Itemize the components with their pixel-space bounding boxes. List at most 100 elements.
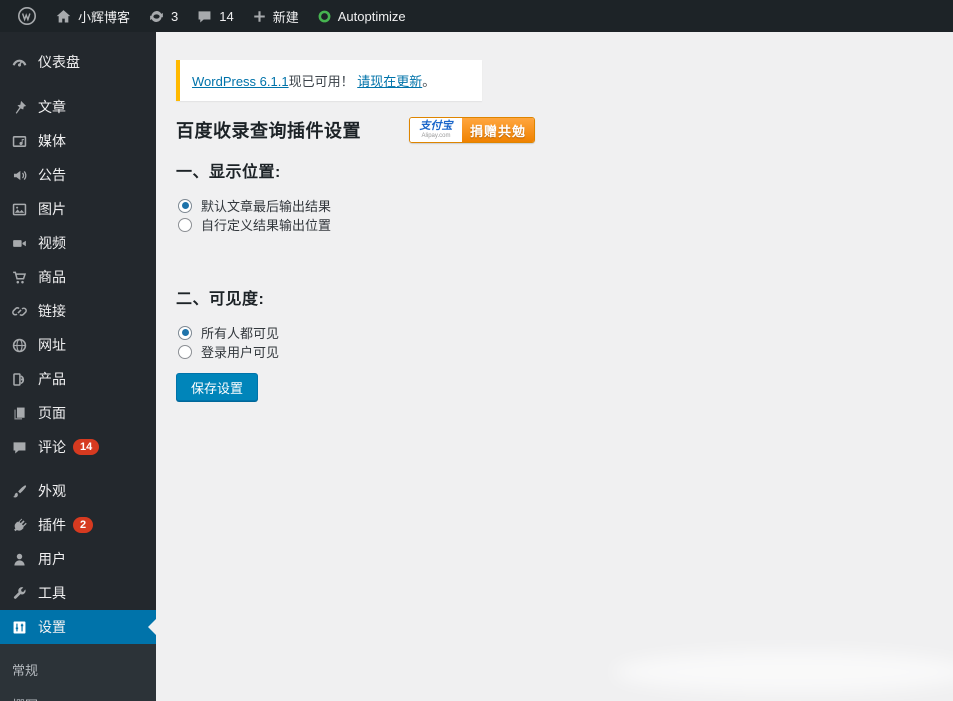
sidebar-item-dashboard[interactable]: 仪表盘 bbox=[0, 45, 156, 79]
radio-selected-icon[interactable] bbox=[178, 325, 192, 340]
cart-icon bbox=[9, 267, 29, 287]
pages-icon bbox=[9, 403, 29, 423]
updates-menu[interactable]: 3 bbox=[139, 0, 187, 32]
speaker-icon bbox=[9, 165, 29, 185]
sidebar-label: 仪表盘 bbox=[38, 54, 80, 70]
submenu-item-writing[interactable]: 撰写 bbox=[0, 687, 156, 701]
user-icon bbox=[9, 549, 29, 569]
autoptimize-menu[interactable]: Autoptimize bbox=[308, 0, 415, 32]
sidebar-label: 视频 bbox=[38, 235, 66, 251]
blurred-watermark bbox=[613, 651, 953, 693]
sidebar-label: 网址 bbox=[38, 337, 66, 353]
sidebar-label: 图片 bbox=[38, 201, 66, 217]
radio-label[interactable]: 所有人都可见 bbox=[201, 323, 279, 342]
updates-count: 3 bbox=[171, 8, 179, 24]
site-name-menu[interactable]: 小辉博客 bbox=[46, 0, 139, 32]
alipay-donate-button[interactable]: 支付宝 Alipay.com 捐赠共勉 bbox=[409, 117, 536, 143]
submenu-item-general[interactable]: 常规 bbox=[0, 652, 156, 687]
sidebar-item-settings[interactable]: 设置 bbox=[0, 610, 156, 644]
wordpress-update-version-link[interactable]: WordPress 6.1.1 bbox=[192, 74, 289, 89]
sidebar-item-images[interactable]: 图片 bbox=[0, 192, 156, 226]
alipay-logo-text: 支付宝 bbox=[419, 120, 453, 132]
comments-badge: 14 bbox=[73, 439, 100, 455]
sidebar-label: 产品 bbox=[38, 371, 66, 387]
sidebar-label: 评论 bbox=[38, 439, 66, 455]
radio-unselected-icon[interactable] bbox=[178, 344, 192, 359]
sidebar-item-plugins[interactable]: 插件 2 bbox=[0, 508, 156, 542]
sidebar-item-videos[interactable]: 视频 bbox=[0, 226, 156, 260]
radio-label[interactable]: 默认文章最后输出结果 bbox=[201, 196, 331, 215]
link-icon bbox=[9, 301, 29, 321]
radio-option-default-output[interactable]: 默认文章最后输出结果 bbox=[178, 196, 953, 215]
autoptimize-label: Autoptimize bbox=[337, 8, 406, 24]
sidebar-label: 插件 bbox=[38, 517, 66, 533]
sidebar-item-appearance[interactable]: 外观 bbox=[0, 474, 156, 508]
home-icon bbox=[55, 8, 72, 25]
admin-sidebar: 仪表盘 文章 媒体 公告 图片 视频 商品 链接 网址 产品 页面 评论 14 … bbox=[0, 32, 156, 701]
updates-icon bbox=[148, 8, 165, 25]
sidebar-label: 用户 bbox=[38, 551, 66, 567]
image-icon bbox=[9, 199, 29, 219]
sidebar-item-users[interactable]: 用户 bbox=[0, 542, 156, 576]
notice-text: 现已可用！ bbox=[288, 74, 354, 89]
plugins-badge: 2 bbox=[73, 517, 94, 533]
comments-menu[interactable]: 14 bbox=[187, 0, 242, 32]
comment-bubble-icon bbox=[9, 437, 29, 457]
wordpress-logo-icon bbox=[17, 6, 37, 26]
video-camera-icon bbox=[9, 233, 29, 253]
radio-option-custom-output[interactable]: 自行定义结果输出位置 bbox=[178, 215, 953, 234]
autoptimize-ring-icon bbox=[317, 9, 332, 24]
sidebar-item-products-shop[interactable]: 商品 bbox=[0, 260, 156, 294]
sidebar-label: 商品 bbox=[38, 269, 66, 285]
new-content-menu[interactable]: 新建 bbox=[243, 0, 308, 32]
plugin-icon bbox=[9, 515, 29, 535]
sidebar-label: 设置 bbox=[38, 619, 66, 635]
site-name: 小辉博客 bbox=[78, 9, 131, 25]
radio-option-everyone[interactable]: 所有人都可见 bbox=[178, 323, 953, 342]
sidebar-item-urls[interactable]: 网址 bbox=[0, 328, 156, 362]
radio-unselected-icon[interactable] bbox=[178, 217, 192, 232]
sidebar-label: 链接 bbox=[38, 303, 66, 319]
update-now-link[interactable]: 请现在更新 bbox=[357, 74, 422, 89]
sidebar-item-links[interactable]: 链接 bbox=[0, 294, 156, 328]
sidebar-label: 页面 bbox=[38, 405, 66, 421]
product-box-icon bbox=[9, 369, 29, 389]
settings-submenu: 常规 撰写 bbox=[0, 644, 156, 701]
radio-label[interactable]: 登录用户可见 bbox=[201, 342, 279, 361]
update-notice: WordPress 6.1.1现已可用！ 请现在更新。 bbox=[176, 60, 482, 101]
sidebar-item-posts[interactable]: 文章 bbox=[0, 90, 156, 124]
notice-period: 。 bbox=[422, 74, 436, 89]
donate-label: 捐赠共勉 bbox=[462, 118, 535, 142]
comment-bubble-icon bbox=[196, 8, 213, 25]
radio-selected-icon[interactable] bbox=[178, 198, 192, 213]
globe-icon bbox=[9, 335, 29, 355]
display-position-radio-group: 默认文章最后输出结果 自行定义结果输出位置 bbox=[178, 196, 953, 234]
section-heading-display-position: 一、显示位置: bbox=[176, 164, 281, 181]
title-row: 百度收录查询插件设置 支付宝 Alipay.com 捐赠共勉 bbox=[176, 117, 953, 143]
sidebar-label: 媒体 bbox=[38, 133, 66, 149]
main-content: WordPress 6.1.1现已可用！ 请现在更新。 百度收录查询插件设置 支… bbox=[156, 32, 953, 701]
section-heading-visibility: 二、可见度: bbox=[176, 291, 265, 308]
sidebar-label: 文章 bbox=[38, 99, 66, 115]
media-icon bbox=[9, 131, 29, 151]
paintbrush-icon bbox=[9, 481, 29, 501]
sidebar-item-comments[interactable]: 评论 14 bbox=[0, 430, 156, 464]
sidebar-item-media[interactable]: 媒体 bbox=[0, 124, 156, 158]
new-label: 新建 bbox=[272, 9, 299, 25]
sidebar-label: 外观 bbox=[38, 483, 66, 499]
dashboard-gauge-icon bbox=[9, 52, 29, 72]
radio-option-logged-in[interactable]: 登录用户可见 bbox=[178, 342, 953, 361]
sidebar-item-tools[interactable]: 工具 bbox=[0, 576, 156, 610]
sidebar-item-announcements[interactable]: 公告 bbox=[0, 158, 156, 192]
save-settings-button[interactable]: 保存设置 bbox=[176, 373, 259, 401]
alipay-logo: 支付宝 Alipay.com bbox=[410, 118, 462, 142]
sidebar-label: 公告 bbox=[38, 167, 66, 183]
plus-icon bbox=[252, 9, 267, 24]
sidebar-item-products[interactable]: 产品 bbox=[0, 362, 156, 396]
comments-count: 14 bbox=[219, 8, 234, 24]
wrench-icon bbox=[9, 583, 29, 603]
radio-label[interactable]: 自行定义结果输出位置 bbox=[201, 215, 331, 234]
sidebar-item-pages[interactable]: 页面 bbox=[0, 396, 156, 430]
alipay-logo-subtext: Alipay.com bbox=[421, 133, 451, 139]
wordpress-logo-menu[interactable] bbox=[8, 0, 46, 32]
